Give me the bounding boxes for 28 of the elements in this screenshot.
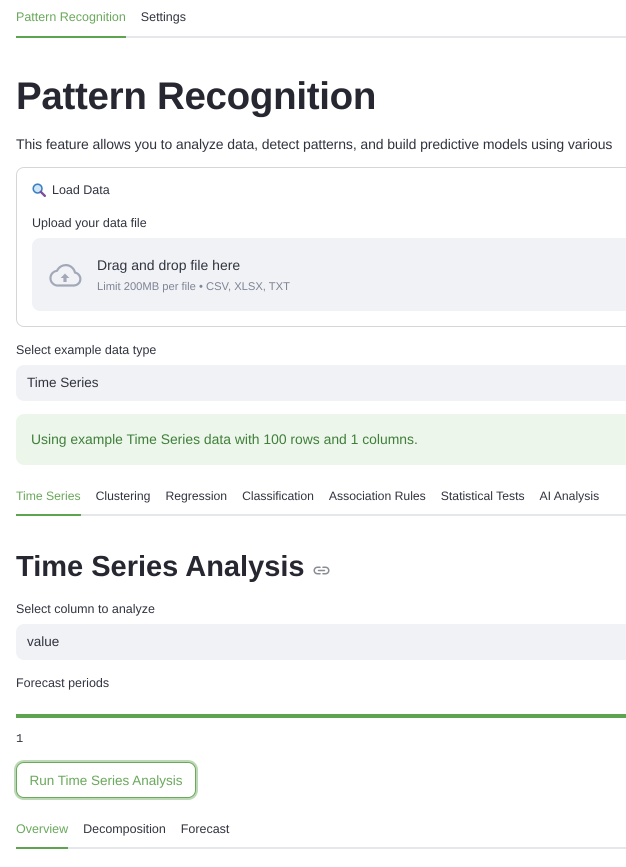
select-field[interactable]: value xyxy=(16,624,626,660)
dropzone-hint: Limit 200MB per file • CSV, XLSX, TXT xyxy=(97,280,290,294)
slider-min-label: 1 xyxy=(16,732,24,746)
tab[interactable]: Association Rules xyxy=(328,479,426,516)
select-label: Select example data type xyxy=(16,342,158,359)
tab[interactable]: Settings xyxy=(140,0,186,38)
link-icon[interactable] xyxy=(312,566,330,574)
success-alert: Using example Time Series data with 100 rows and 1 columns. xyxy=(16,414,626,465)
tab[interactable]: Statistical Tests xyxy=(440,479,525,516)
page-title: Pattern Recognition xyxy=(16,75,378,119)
slider-label: Forecast periods xyxy=(16,675,110,692)
slider-track[interactable] xyxy=(16,714,626,718)
description-text: This feature allows you to analyze data, detect patterns, and build predictive models using various xyxy=(16,135,614,154)
dropzone-prompt: Drag and drop file here xyxy=(97,256,242,274)
tab[interactable]: Clustering xyxy=(96,479,150,516)
tab[interactable]: Forecast xyxy=(180,812,230,849)
file-dropzone[interactable]: Drag and drop file here Limit 200MB per file • CSV, XLSX, TXT xyxy=(32,238,626,311)
upload-label: Upload your data file xyxy=(32,215,148,232)
tab[interactable]: AI Analysis xyxy=(540,479,600,516)
select-field[interactable]: Time Series xyxy=(16,365,626,401)
cloud-upload-icon xyxy=(48,262,82,286)
tab[interactable]: Regression xyxy=(165,479,228,516)
select-label: Select column to analyze xyxy=(16,601,156,618)
tab[interactable]: Classification xyxy=(242,479,314,516)
tab[interactable]: Decomposition xyxy=(83,812,166,849)
card-title: Load Data xyxy=(52,182,110,199)
magnifier-icon xyxy=(32,183,46,197)
section-heading: Time Series Analysis xyxy=(16,550,305,585)
